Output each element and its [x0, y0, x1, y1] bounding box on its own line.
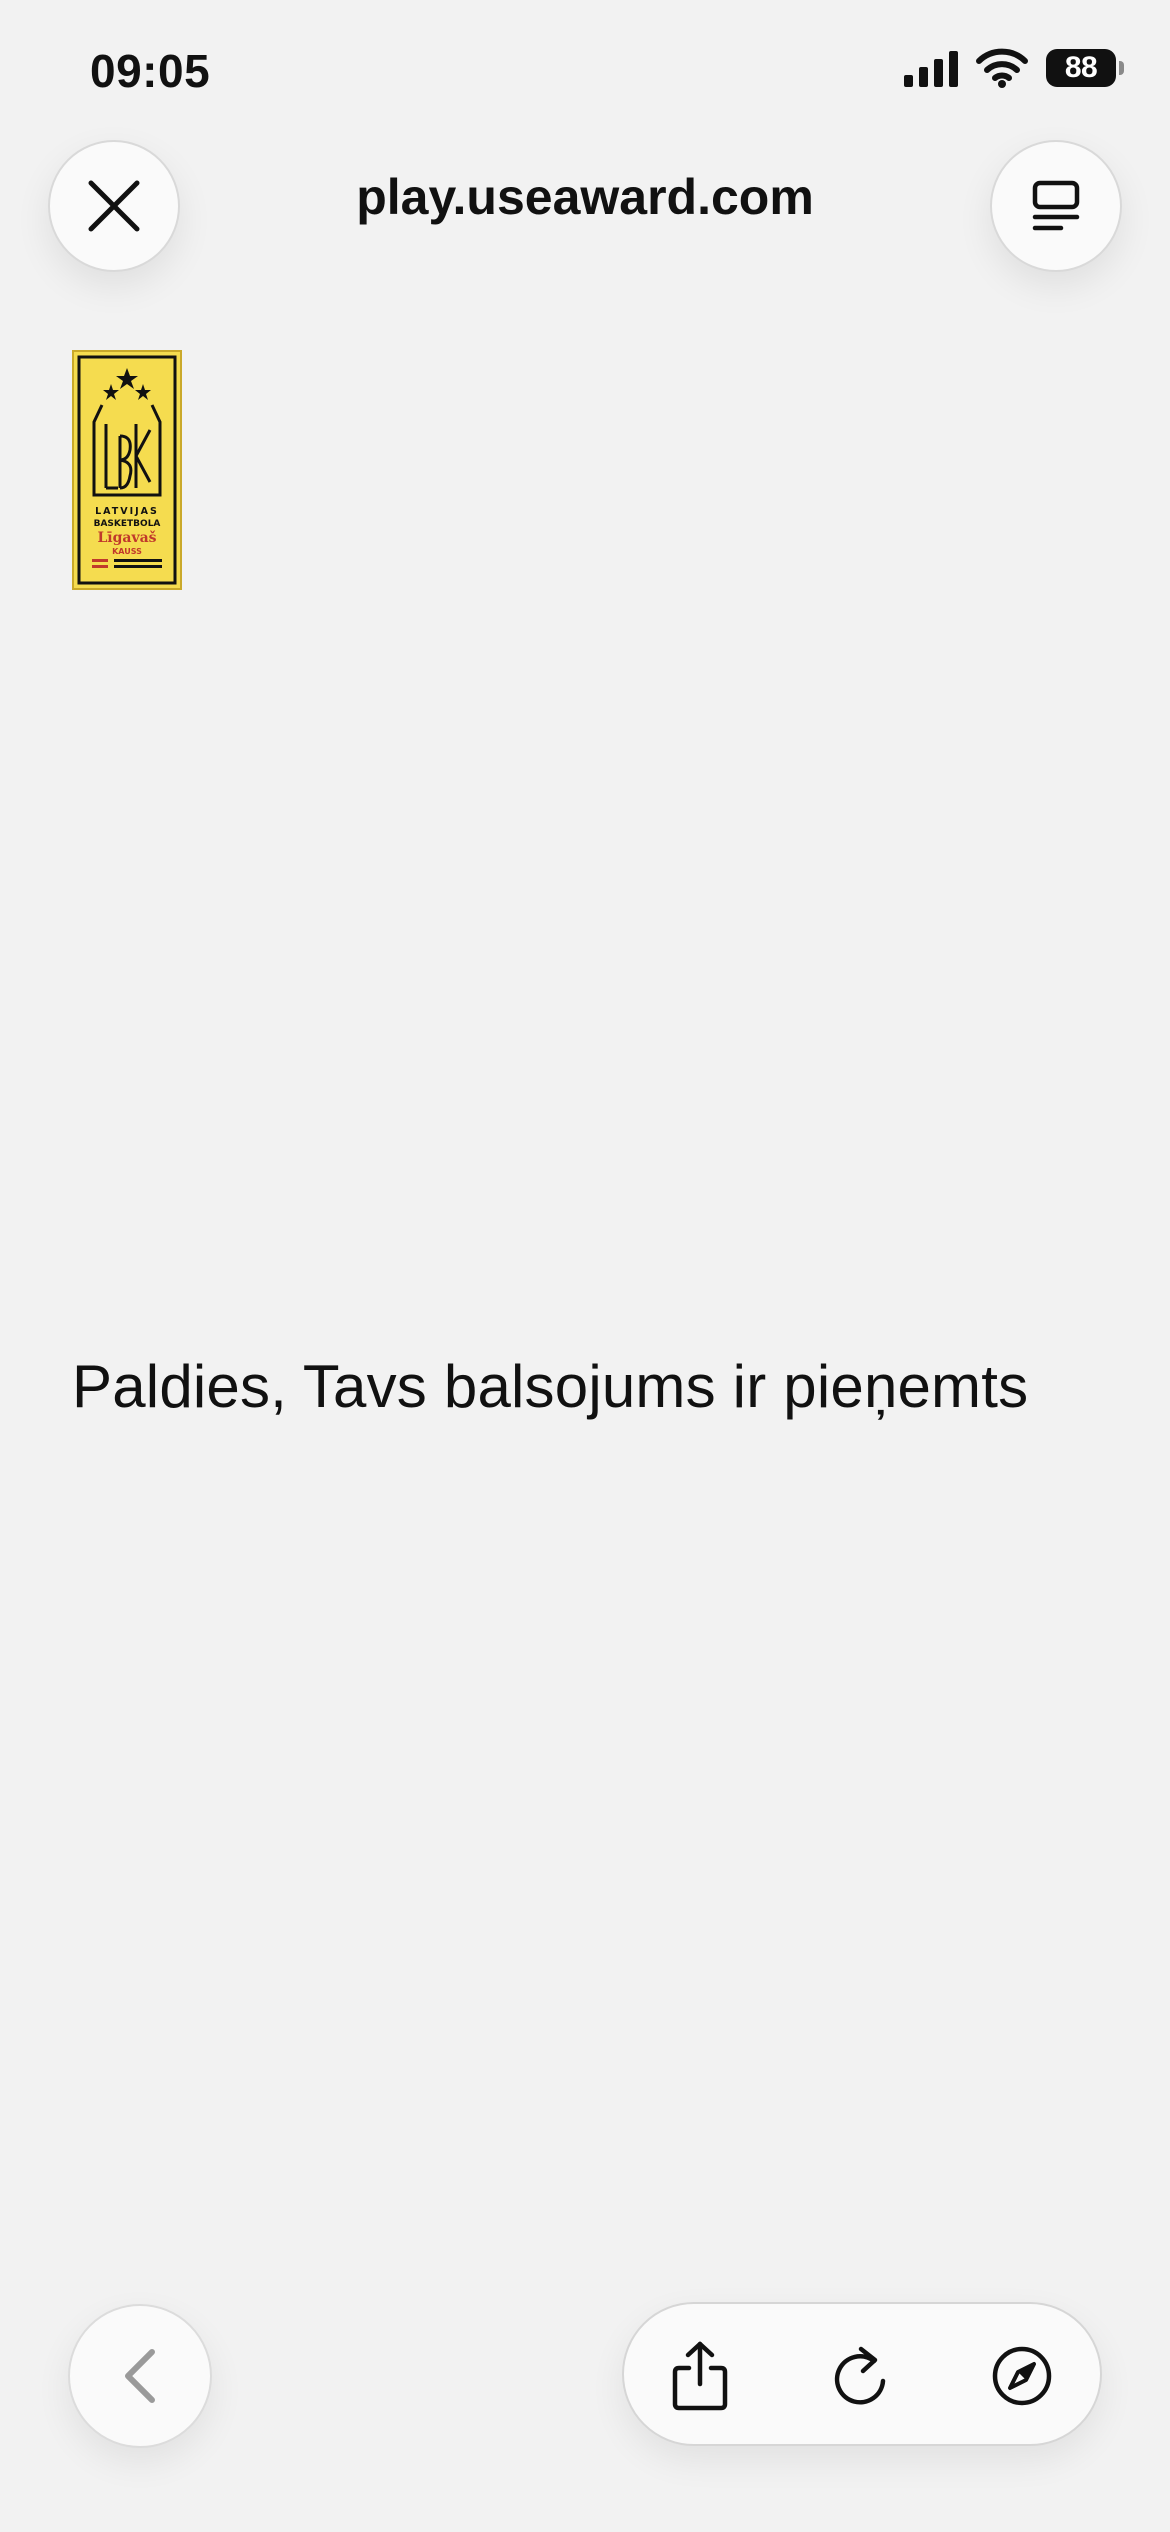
browser-toolbar	[622, 2302, 1102, 2446]
logo-line-3: Līgavaš	[97, 530, 156, 546]
reload-button[interactable]	[810, 2326, 910, 2426]
logo-line-4: KAUSS	[112, 547, 142, 556]
share-icon	[672, 2341, 728, 2411]
compass-button[interactable]	[972, 2326, 1072, 2426]
battery-level: 88	[1064, 51, 1098, 84]
reader-mode-button[interactable]	[990, 140, 1122, 272]
battery-cap	[1119, 61, 1124, 75]
confirmation-message: Paldies, Tavs balsojums ir pieņemts	[72, 1353, 1029, 1420]
share-button[interactable]	[650, 2326, 750, 2426]
status-icons: 88	[904, 48, 1124, 88]
browser-screen: 09:05 88 play.useaward.com LATVIJAS BASK…	[0, 0, 1170, 2532]
battery-icon: 88	[1046, 49, 1124, 87]
wifi-icon	[976, 48, 1028, 88]
back-button[interactable]	[68, 2304, 212, 2448]
lbk-logo: LATVIJAS BASKETBOLA Līgavaš KAUSS	[72, 350, 182, 590]
signal-icon	[904, 49, 958, 87]
reader-mode-icon	[1032, 180, 1080, 231]
compass-icon	[992, 2346, 1052, 2406]
reload-icon	[834, 2346, 886, 2405]
chevron-left-icon	[125, 2349, 155, 2403]
status-time: 09:05	[90, 45, 211, 97]
logo-line-2: BASKETBOLA	[94, 519, 161, 529]
logo-line-1: LATVIJAS	[95, 506, 159, 517]
